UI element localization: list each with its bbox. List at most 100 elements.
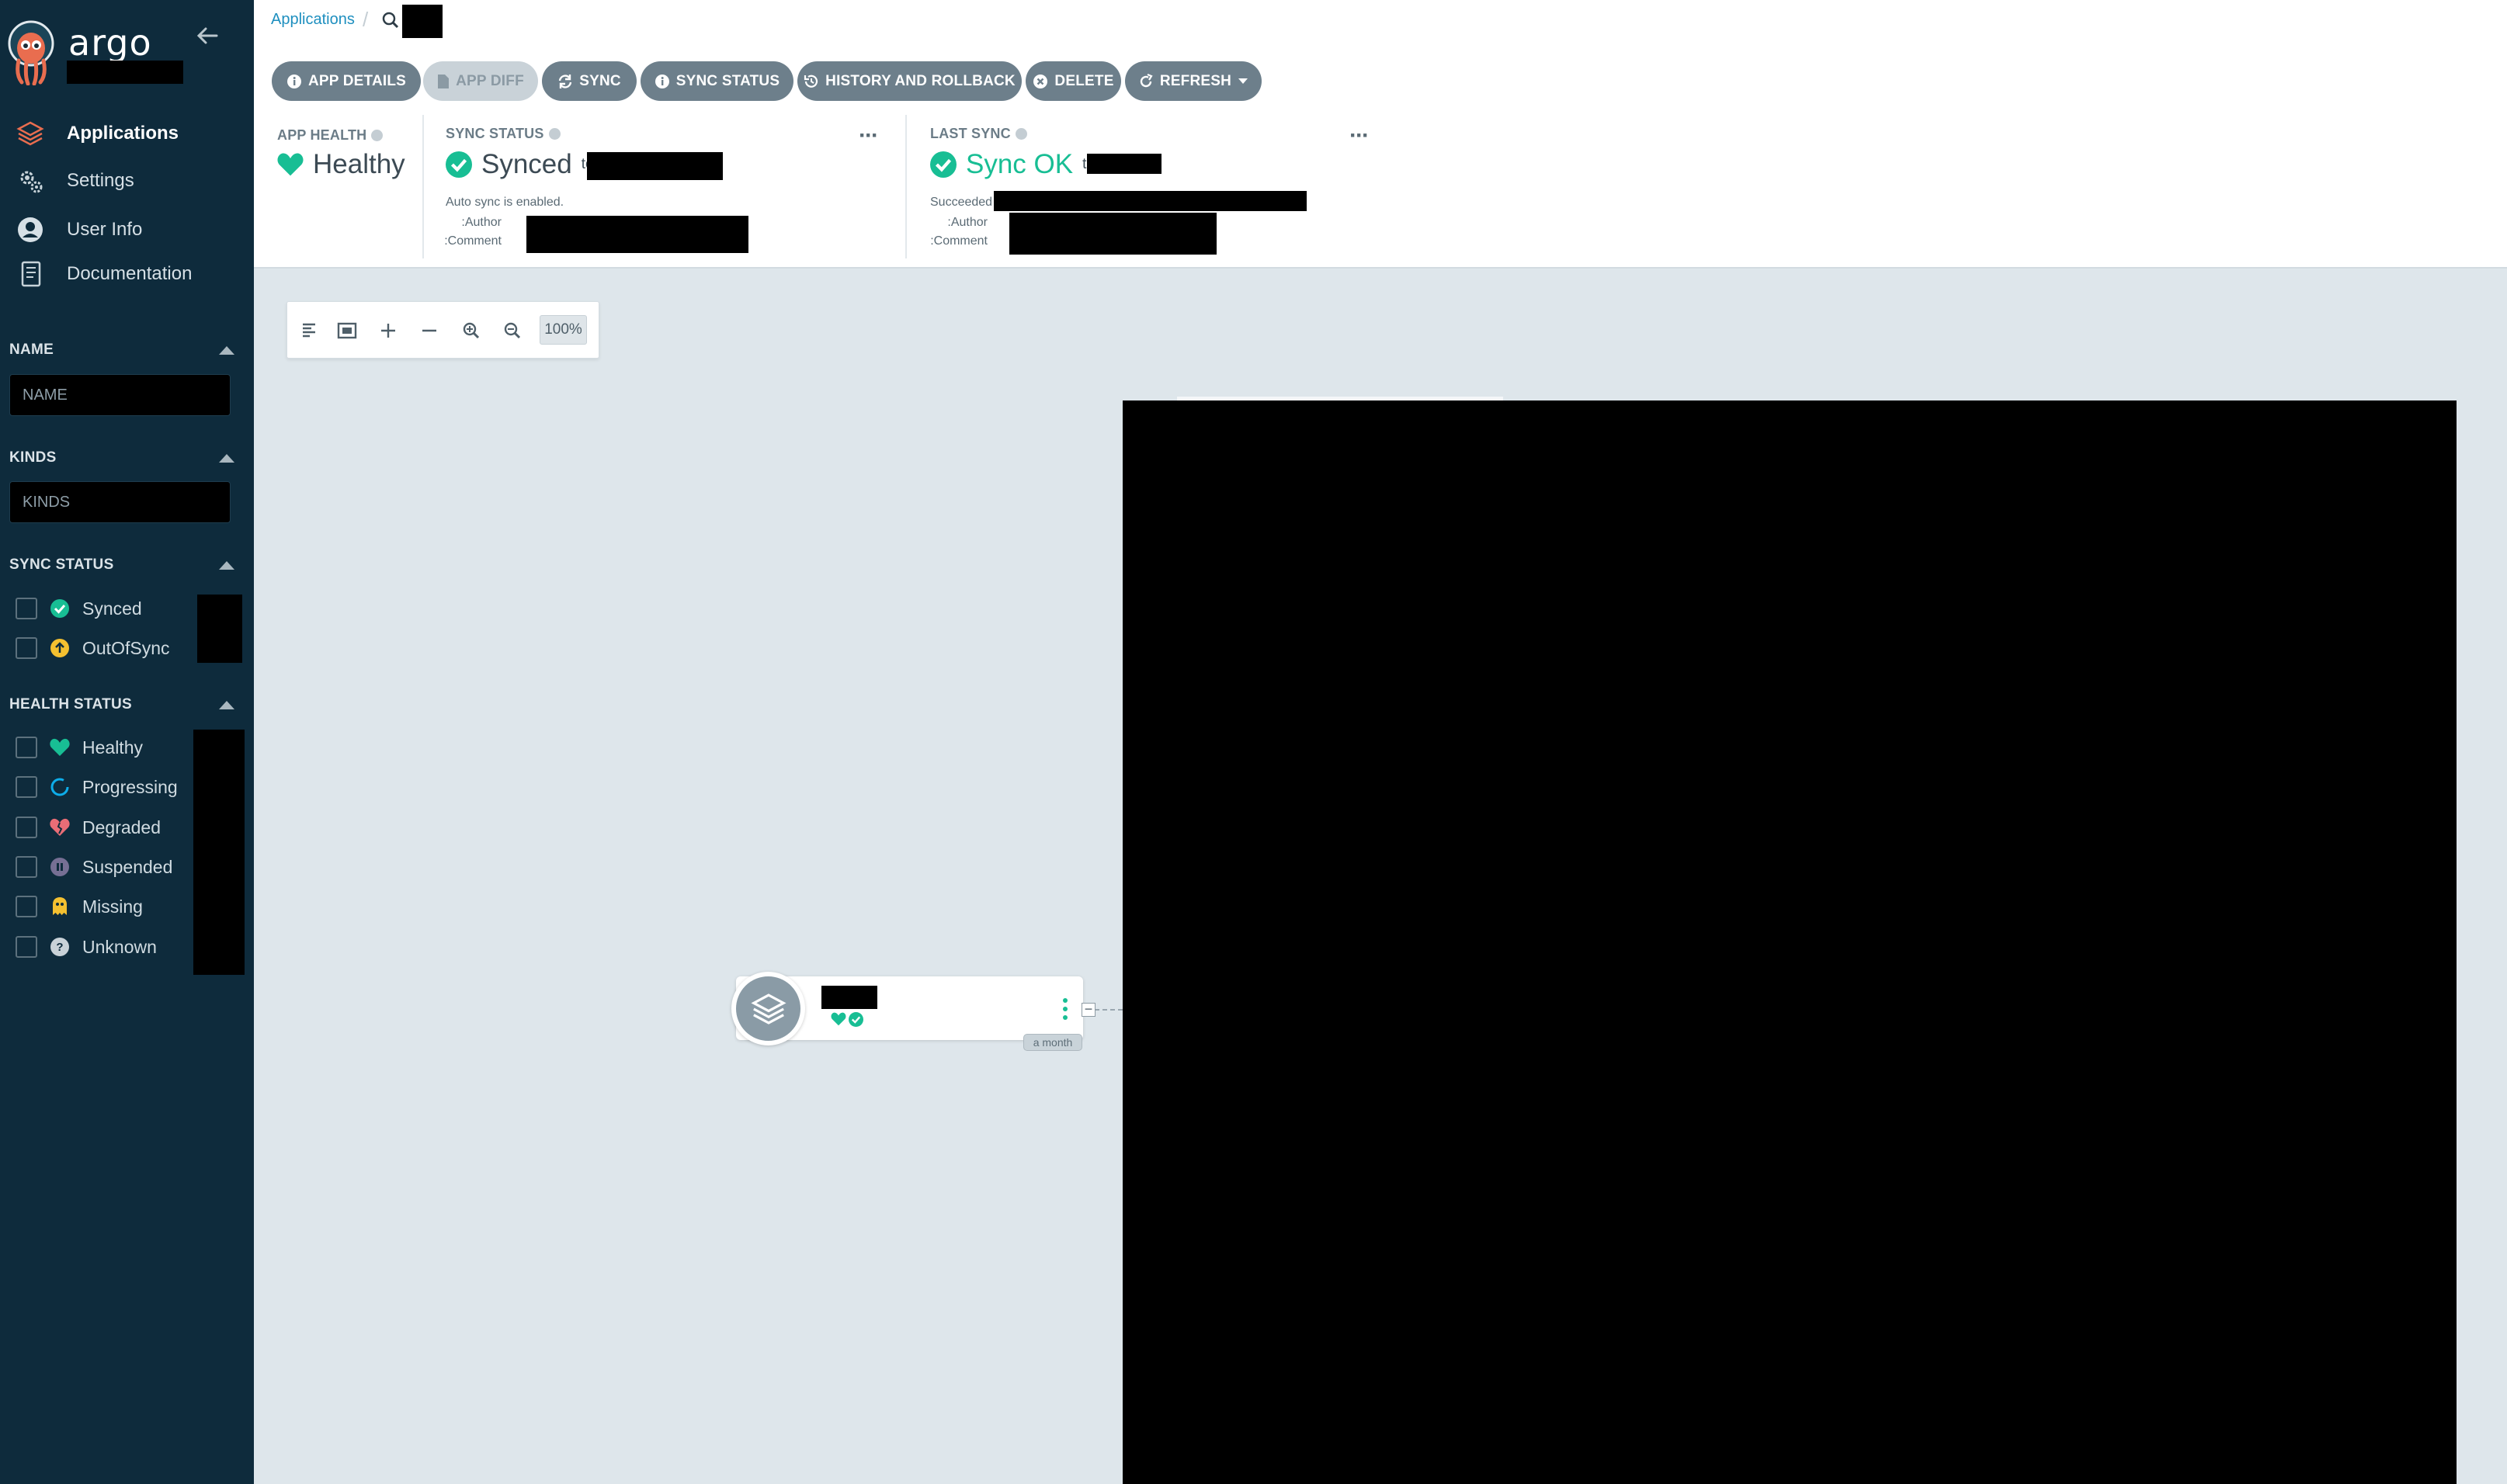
app-node-icon[interactable] — [731, 972, 805, 1045]
app-health-section: APP HEALTH Healthy — [254, 113, 422, 261]
health-filter-suspended-label: Suspended — [82, 856, 173, 877]
ghost-icon — [50, 896, 70, 917]
heart-icon — [50, 737, 70, 758]
filter-name-title: NAME — [9, 342, 54, 358]
checkbox[interactable] — [16, 936, 37, 958]
node-collapse-button[interactable]: − — [1082, 1002, 1096, 1017]
nav-user-info[interactable]: User Info — [0, 207, 254, 252]
app-health-text: Healthy — [313, 149, 405, 179]
status-panel: APP HEALTH Healthy SYNC STATUS Synced to… — [254, 113, 2507, 269]
align-left-icon[interactable] — [294, 315, 325, 346]
zoom-out-icon[interactable] — [497, 315, 528, 346]
app-diff-button[interactable]: APP DIFF — [423, 61, 538, 101]
collapse-sidebar-arrow-icon[interactable] — [192, 23, 223, 54]
sync-label: SYNC — [579, 72, 621, 89]
last-sync-title: LAST SYNC — [930, 126, 1027, 142]
node-age-badge: a month — [1023, 1034, 1082, 1051]
checkbox[interactable] — [16, 817, 37, 838]
nav-documentation-label: Documentation — [67, 263, 193, 284]
help-icon[interactable] — [1015, 128, 1027, 140]
health-filter-progressing-label: Progressing — [82, 776, 178, 797]
node-menu-icon[interactable] — [1057, 996, 1073, 1022]
nav-documentation[interactable]: Documentation — [0, 251, 254, 296]
sync-status-title: SYNC STATUS — [446, 126, 561, 142]
history-icon — [804, 75, 818, 88]
history-rollback-button[interactable]: HISTORY AND ROLLBACK — [797, 61, 1022, 101]
fit-image-icon[interactable] — [332, 315, 363, 346]
redacted-last-author-comment — [1009, 213, 1217, 255]
health-filter-degraded[interactable]: Degraded — [16, 812, 161, 843]
last-sync-title-text: LAST SYNC — [930, 126, 1011, 141]
stack-icon — [16, 120, 44, 147]
breadcrumb-separator: / — [363, 8, 369, 31]
redacted-sync-counts — [197, 595, 242, 663]
refresh-icon — [1140, 73, 1153, 87]
health-filter-suspended[interactable]: Suspended — [16, 851, 172, 882]
checkbox[interactable] — [16, 637, 37, 659]
plus-icon[interactable] — [373, 315, 404, 346]
collapse-triangle-icon[interactable] — [219, 700, 234, 709]
help-icon[interactable] — [371, 130, 384, 141]
edge-connector — [1095, 1009, 1123, 1011]
checkbox[interactable] — [16, 776, 37, 798]
book-icon — [16, 260, 44, 288]
sync-status-text: Synced — [481, 149, 572, 179]
checkbox[interactable] — [16, 856, 37, 878]
sync-status-more-icon[interactable]: ··· — [859, 123, 879, 149]
app-details-button[interactable]: APP DETAILS — [272, 61, 421, 101]
spinner-icon — [50, 777, 70, 797]
refresh-button[interactable]: REFRESH — [1125, 61, 1262, 101]
last-sync-succeeded-label: Succeeded — [930, 196, 993, 209]
user-icon — [16, 216, 44, 244]
health-filter-unknown[interactable]: ? Unknown — [16, 931, 157, 962]
sync-status-button[interactable]: SYNC STATUS — [641, 61, 793, 101]
sync-filter-synced[interactable]: Synced — [16, 593, 142, 624]
logo-text: argo — [68, 22, 152, 64]
nav-settings[interactable]: Settings — [0, 158, 254, 203]
nav-applications[interactable]: Applications — [0, 111, 254, 156]
sidebar: argo Applications Settings User Info Doc… — [0, 0, 254, 1484]
health-filter-missing[interactable]: Missing — [16, 891, 143, 922]
sync-filter-outofsync-label: OutOfSync — [82, 637, 170, 658]
arrow-up-circle-icon — [50, 638, 70, 658]
health-filter-missing-label: Missing — [82, 896, 143, 917]
health-filter-progressing[interactable]: Progressing — [16, 771, 178, 803]
help-icon[interactable] — [548, 128, 561, 140]
minus-icon[interactable] — [414, 315, 445, 346]
sync-filter-outofsync[interactable]: OutOfSync — [16, 633, 169, 664]
broken-heart-icon — [50, 817, 70, 837]
zoom-in-icon[interactable] — [456, 315, 487, 346]
redacted-succeeded-time — [994, 191, 1307, 211]
kinds-filter-input[interactable] — [9, 481, 231, 523]
argo-logo[interactable] — [6, 20, 56, 86]
refresh-label: REFRESH — [1159, 72, 1232, 89]
graph-toolbar: 100% — [286, 301, 599, 359]
filter-health-status-title: HEALTH STATUS — [9, 696, 132, 713]
health-filter-healthy[interactable]: Healthy — [16, 732, 143, 763]
redacted-revision — [587, 152, 723, 180]
times-circle-icon — [1033, 74, 1048, 88]
info-icon — [286, 74, 301, 88]
health-filter-unknown-label: Unknown — [82, 936, 157, 957]
breadcrumb-applications[interactable]: Applications — [271, 11, 355, 29]
top-bar: Applications / — [254, 0, 2507, 43]
checkbox[interactable] — [16, 598, 37, 619]
collapse-triangle-icon[interactable] — [219, 560, 234, 570]
checkbox[interactable] — [16, 737, 37, 758]
collapse-triangle-icon[interactable] — [219, 453, 234, 463]
checkbox[interactable] — [16, 896, 37, 917]
layers-icon — [750, 993, 786, 1025]
sync-comment-label-text: Comment: — [444, 234, 502, 248]
search-icon[interactable] — [381, 11, 400, 29]
last-sync-more-icon[interactable]: ··· — [1349, 123, 1370, 149]
collapse-triangle-icon[interactable] — [219, 345, 234, 355]
heart-icon — [277, 153, 304, 176]
name-filter-input[interactable] — [9, 374, 231, 416]
sync-button[interactable]: SYNC — [542, 61, 637, 101]
nav-user-info-label: User Info — [67, 219, 143, 240]
delete-button[interactable]: DELETE — [1026, 61, 1121, 101]
app-diff-label: APP DIFF — [456, 72, 524, 89]
nav-settings-label: Settings — [67, 170, 134, 191]
check-circle-icon — [930, 151, 957, 178]
info-icon — [655, 74, 669, 88]
